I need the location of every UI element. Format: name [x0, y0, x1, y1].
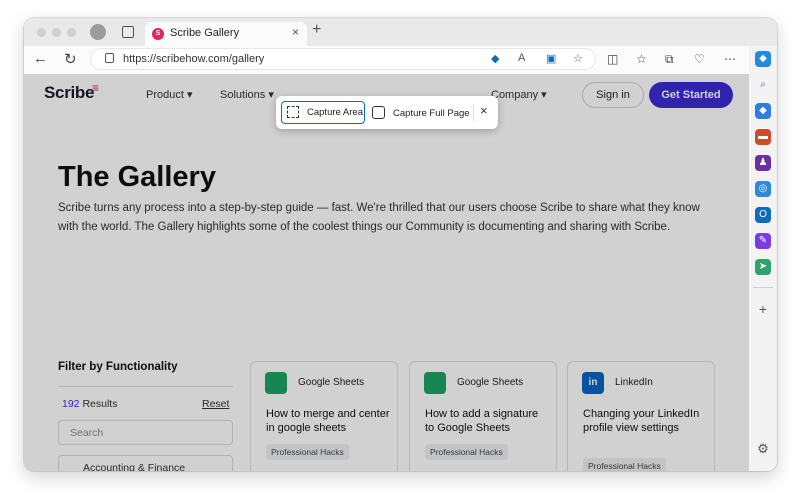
web-page: Scribe ≡ Product ▾ Solutions ▾ Company ▾…: [24, 74, 749, 471]
more-menu-icon[interactable]: ⋯: [724, 52, 736, 66]
address-bar[interactable]: https://scribehow.com/gallery ◆ A ▣ ☆: [90, 48, 596, 70]
capture-area-icon: [287, 106, 299, 118]
minimize-window-button[interactable]: [52, 28, 61, 37]
copilot-icon[interactable]: ◆: [755, 51, 771, 67]
browser-window: S Scribe Gallery × + ← ↻ https://scribeh…: [24, 18, 777, 471]
shopping-tag-icon[interactable]: ◆: [755, 103, 771, 119]
collections-icon[interactable]: ⧉: [665, 52, 674, 67]
lock-icon: [105, 53, 114, 63]
tab-title: Scribe Gallery: [170, 27, 240, 39]
favorites-icon[interactable]: ☆: [636, 52, 647, 66]
back-arrow-icon[interactable]: ←: [33, 50, 48, 67]
browser-essentials-icon[interactable]: ♡: [694, 52, 705, 66]
capture-divider: [473, 104, 474, 121]
microsoft-365-icon[interactable]: ◎: [755, 181, 771, 197]
designer-icon[interactable]: ✎: [755, 233, 771, 249]
close-window-button[interactable]: [37, 28, 46, 37]
browser-toolbar: ← ↻ https://scribehow.com/gallery ◆ A ▣ …: [24, 46, 777, 74]
settings-gear-icon[interactable]: ⚙: [755, 441, 771, 457]
capture-full-page-button[interactable]: Capture Full Page: [393, 108, 470, 119]
capture-close-icon[interactable]: ×: [480, 103, 488, 118]
scribe-favicon-icon: S: [152, 28, 164, 40]
split-screen-icon[interactable]: ◫: [607, 52, 618, 66]
capture-full-page-icon[interactable]: [372, 106, 385, 119]
tools-icon[interactable]: ▬: [755, 129, 771, 145]
profile-avatar[interactable]: [90, 24, 106, 40]
url-text: https://scribehow.com/gallery: [123, 53, 265, 65]
send-icon[interactable]: ➤: [755, 259, 771, 275]
app-available-icon[interactable]: ▣: [546, 52, 556, 65]
reload-icon[interactable]: ↻: [64, 50, 77, 68]
coupon-tag-icon[interactable]: ◆: [491, 52, 499, 65]
new-tab-button[interactable]: +: [312, 21, 321, 39]
tab-strip: S Scribe Gallery × +: [24, 18, 777, 46]
edge-sidebar: ◆ ⌕ ◆ ▬ ♟ ◎ O ✎ ➤ + ⚙: [749, 46, 777, 471]
capture-dim-overlay: [24, 74, 749, 471]
games-icon[interactable]: ♟: [755, 155, 771, 171]
capture-toolbar: Capture Area Capture Full Page ×: [276, 96, 498, 129]
search-icon[interactable]: ⌕: [755, 77, 771, 93]
outlook-icon[interactable]: O: [755, 207, 771, 223]
read-aloud-icon[interactable]: A: [518, 52, 525, 64]
add-app-icon[interactable]: +: [755, 301, 771, 317]
favorite-star-icon[interactable]: ☆: [573, 52, 583, 65]
sidebar-divider: [753, 287, 773, 288]
capture-area-button[interactable]: Capture Area: [281, 101, 365, 124]
maximize-window-button[interactable]: [67, 28, 76, 37]
tab-close-icon[interactable]: ×: [292, 25, 299, 39]
tab-scribe-gallery[interactable]: S Scribe Gallery ×: [145, 22, 307, 46]
tab-actions-icon[interactable]: [122, 26, 134, 38]
